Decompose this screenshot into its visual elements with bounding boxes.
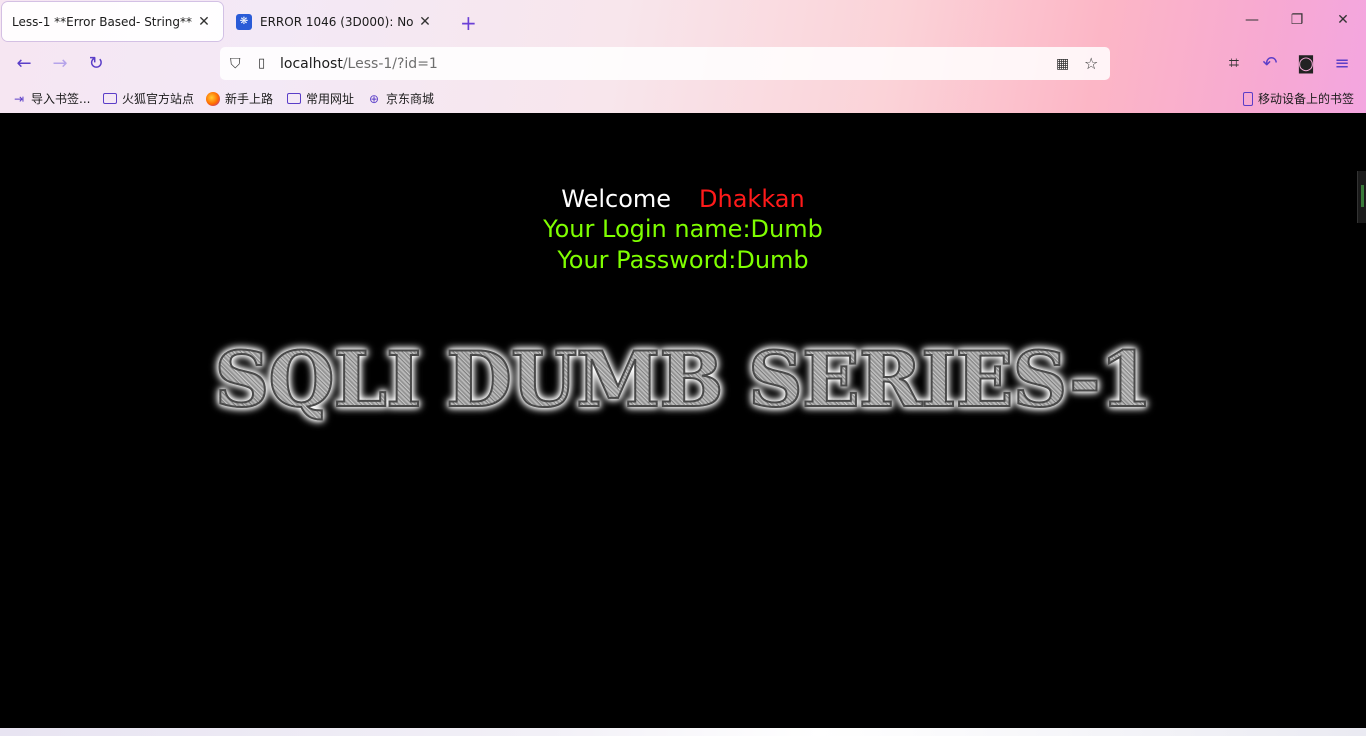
close-window-icon[interactable]: ✕ (1333, 12, 1353, 28)
crop-icon[interactable]: ⌗ (1224, 54, 1244, 74)
restore-icon[interactable]: ❐ (1287, 12, 1307, 28)
login-name-line: Your Login name:Dumb (543, 215, 823, 243)
tab-close-icon[interactable]: ✕ (195, 14, 213, 30)
url-path[interactable]: /Less-1/?id=1 (343, 56, 438, 72)
undo-icon[interactable]: ↶ (1260, 54, 1280, 74)
taskbar-strip (0, 728, 1366, 736)
bookmark-label: 京东商城 (386, 92, 435, 106)
mobile-icon (1243, 91, 1253, 106)
welcome-line: Welcome Dhakkan (0, 185, 1366, 213)
bookmark-label: 火狐官方站点 (122, 92, 195, 106)
tab-bar: Less-1 **Error Based- String** ✕ ❋ ERROR… (0, 0, 1366, 44)
bookmark-label: 移动设备上的书签 (1258, 92, 1355, 106)
firefox-icon (206, 91, 220, 106)
bookmark-label: 常用网址 (306, 92, 355, 106)
reload-icon[interactable]: ↻ (86, 54, 106, 74)
minimize-icon[interactable]: — (1242, 12, 1262, 28)
bookmark-import[interactable]: ⇥ 导入书签... (12, 90, 90, 107)
nav-bar: ← → ↻ ⛉ ▯ localhost /Less-1/?id=1 ▦ ☆ ⌗ … (0, 44, 1366, 84)
welcome-name: Dhakkan (699, 185, 805, 213)
tab-error[interactable]: ❋ ERROR 1046 (3D000): No dat ✕ (226, 2, 444, 41)
bookmark-firefox-site[interactable]: 火狐官方站点 (103, 90, 194, 107)
series-banner: SQLI DUMB SERIES-1 (0, 334, 1366, 425)
qr-code-icon[interactable]: ▦ (1056, 56, 1074, 72)
bookmark-getting-started[interactable]: 新手上路 (206, 90, 273, 107)
page-icon: ▯ (258, 56, 266, 71)
password-line: Your Password:Dumb (557, 246, 809, 274)
browser-chrome: Less-1 **Error Based- String** ✕ ❋ ERROR… (0, 0, 1366, 113)
page-content: Welcome Dhakkan Your Login name:Dumb Your… (0, 113, 1366, 728)
scrollbar[interactable] (1357, 171, 1366, 223)
paw-icon: ❋ (236, 13, 252, 30)
url-bar[interactable]: ⛉ ▯ localhost /Less-1/?id=1 ▦ ☆ (220, 47, 1110, 80)
bookmark-jd[interactable]: ⊕ 京东商城 (367, 90, 434, 107)
welcome-text: Welcome (561, 185, 672, 213)
globe-icon: ⊕ (368, 91, 380, 106)
back-icon[interactable]: ← (14, 54, 34, 74)
bookmark-mobile[interactable]: 移动设备上的书签 (1243, 90, 1354, 107)
folder-icon (287, 93, 301, 104)
bookmark-common-sites[interactable]: 常用网址 (287, 90, 354, 107)
tab-title: ERROR 1046 (3D000): No dat (260, 14, 416, 29)
forward-icon[interactable]: → (50, 54, 70, 74)
bookmarks-bar: ⇥ 导入书签... 火狐官方站点 新手上路 常用网址 ⊕ 京东商城 移动设备上的… (0, 86, 1366, 112)
extension-icon[interactable]: ◙ (1296, 54, 1316, 74)
tab-close-icon[interactable]: ✕ (416, 14, 434, 30)
folder-icon (103, 93, 117, 104)
star-icon[interactable]: ☆ (1084, 54, 1102, 73)
url-host[interactable]: localhost (280, 56, 343, 72)
import-icon: ⇥ (13, 91, 25, 106)
tab-title: Less-1 **Error Based- String** (12, 14, 192, 29)
tab-less-1[interactable]: Less-1 **Error Based- String** ✕ (2, 2, 223, 41)
new-tab-icon[interactable]: + (460, 11, 477, 35)
shield-icon[interactable]: ⛉ (230, 56, 246, 72)
bookmark-label: 新手上路 (225, 92, 274, 106)
menu-icon[interactable]: ≡ (1332, 54, 1352, 74)
bookmark-label: 导入书签... (31, 92, 91, 106)
